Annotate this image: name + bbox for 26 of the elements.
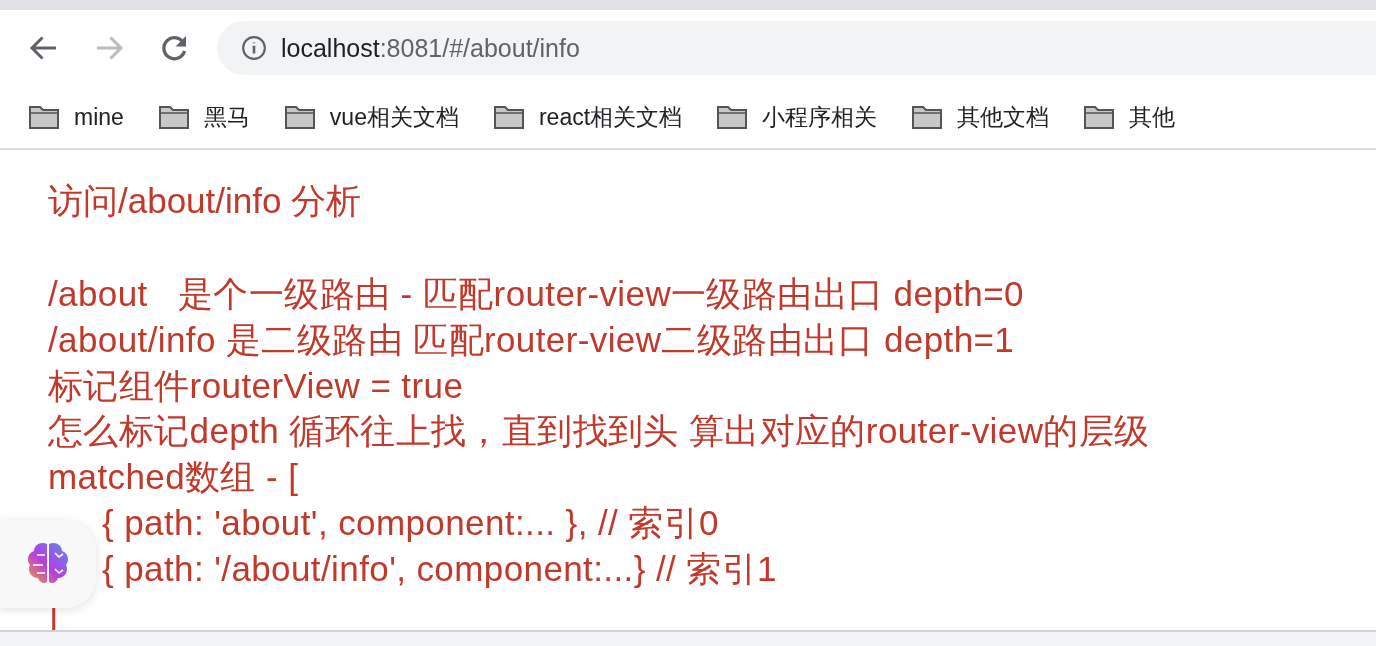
text-line: matched数组 - [ <box>48 456 299 499</box>
text-line: { path: '/about/info', component:...} // 索引1 <box>102 547 777 590</box>
folder-icon <box>1083 104 1116 130</box>
folder-icon <box>716 104 749 130</box>
folder-icon <box>911 104 944 130</box>
folder-icon <box>283 104 316 130</box>
page-heading: 访问/about/info 分析 <box>48 180 363 222</box>
url-text: localhost:8081/#/about/info <box>281 33 580 63</box>
folder-icon <box>492 104 525 130</box>
text-line: /about/info 是二级路由 匹配router-view二级路由出口 depth=1 <box>48 318 1015 361</box>
bookmark-item[interactable]: 其他 <box>1083 101 1176 133</box>
info-icon[interactable] <box>241 35 267 61</box>
text-line: 标记组件routerView = true <box>48 364 464 407</box>
text-line: 怎么标记depth 循环往上找，直到找到头 算出对应的router-view的层级 <box>48 410 1150 453</box>
bookmark-item[interactable]: vue相关文档 <box>283 101 459 133</box>
bookmark-item[interactable]: react相关文档 <box>492 101 683 133</box>
text-line: { path: 'about', component:... }, // 索引0 <box>102 502 719 544</box>
text-line: /about 是个一级路由 - 匹配router-view一级路由出口 depth=0 <box>48 273 1024 315</box>
assistant-widget[interactable] <box>0 520 96 608</box>
address-bar[interactable]: localhost:8081/#/about/info <box>217 21 1376 75</box>
folder-icon <box>157 104 190 130</box>
bookmark-item[interactable]: mine <box>28 103 124 131</box>
folder-icon <box>28 104 60 130</box>
bookmark-item[interactable]: 小程序相关 <box>716 101 878 133</box>
bookmark-item[interactable]: 其他文档 <box>911 101 1050 133</box>
bookmark-item[interactable]: 黑马 <box>157 101 250 133</box>
